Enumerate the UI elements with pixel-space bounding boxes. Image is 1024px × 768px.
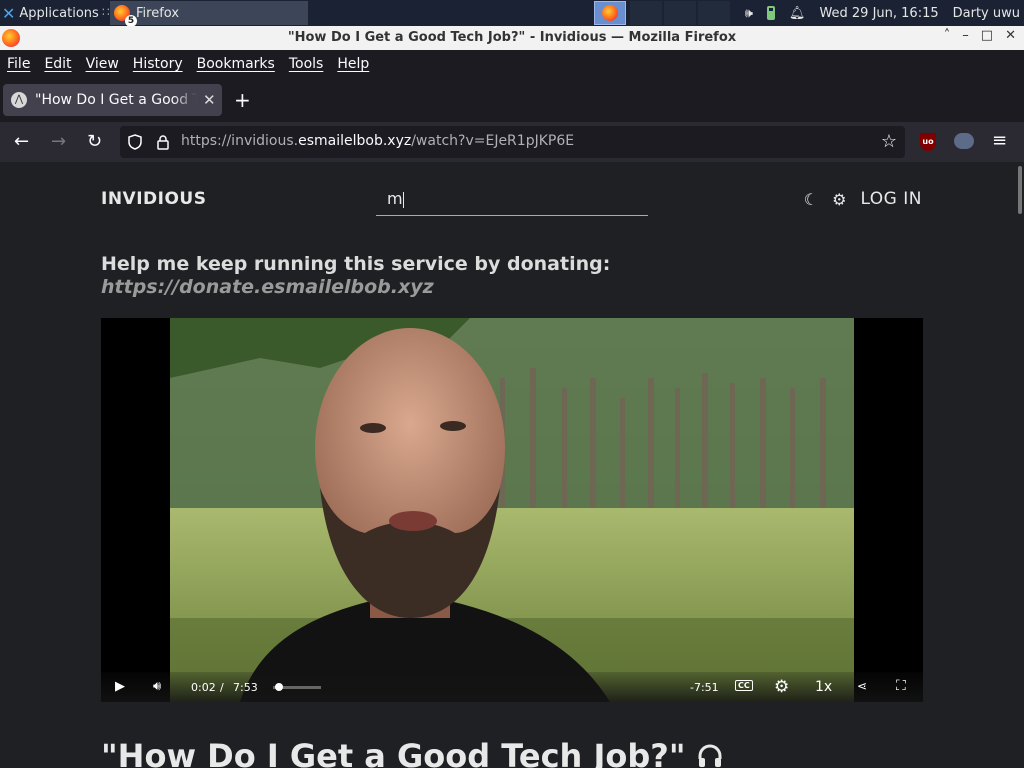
donation-text: Help me keep running this service by don…	[101, 253, 611, 275]
workspace-2[interactable]	[630, 1, 662, 25]
headphones-icon[interactable]	[697, 743, 723, 768]
video-frame[interactable]	[170, 318, 854, 702]
url-domain: esmailelbob.xyz	[298, 133, 412, 149]
current-time: 0:02	[191, 681, 216, 694]
url-bar[interactable]: https://invidious.esmailelbob.xyz/watch?…	[120, 126, 905, 158]
ublock-origin-icon[interactable]: uo	[920, 133, 936, 151]
page-content: INVIDIOUS m ☾ ⚙ LOG IN Help me keep runn…	[0, 162, 1024, 768]
header-actions: ☾ ⚙ LOG IN	[804, 189, 922, 209]
window-controls: ˄ – □ ✕	[944, 28, 1016, 43]
player-controls: ▶ 🔊︎ 0:02 / 7:53 -7:51 CC ⚙ 1x ⋖ ⛶	[101, 672, 923, 702]
firefox-icon	[602, 5, 618, 21]
login-link[interactable]: LOG IN	[860, 189, 922, 209]
system-panel: ✕ Applications ∷ 5 Firefox 🕪 🔔︎ Wed 29 J…	[0, 0, 1024, 27]
tab-strip: ⋀ "How Do I Get a Good Tech Job?" - Invi…	[0, 78, 1024, 122]
time-separator: /	[220, 681, 224, 694]
playback-speed-button[interactable]: 1x	[815, 679, 832, 695]
applications-label: Applications	[19, 5, 99, 21]
battery-icon[interactable]	[766, 6, 775, 20]
workspace-1[interactable]	[594, 1, 626, 25]
navigation-toolbar: ← → ↻ https://invidious.esmailelbob.xyz/…	[0, 122, 1024, 162]
applications-menu[interactable]: ✕ Applications	[2, 0, 99, 26]
lock-icon[interactable]	[156, 134, 170, 150]
menu-tools[interactable]: Tools	[289, 56, 324, 72]
seek-bar[interactable]	[273, 683, 321, 691]
clock[interactable]: Wed 29 Jun, 16:15	[819, 6, 938, 21]
hamburger-menu-icon[interactable]: ≡	[992, 130, 1007, 151]
donation-banner: Help me keep running this service by don…	[101, 253, 610, 299]
menu-bookmarks[interactable]: Bookmarks	[197, 56, 275, 72]
taskbar-label: Firefox	[136, 5, 180, 21]
menu-help[interactable]: Help	[337, 56, 369, 72]
video-title-text: "How Do I Get a Good Tech Job?"	[101, 737, 686, 768]
menu-file[interactable]: File	[7, 56, 30, 72]
workspace-4[interactable]	[698, 1, 730, 25]
firefox-icon: 5	[114, 5, 137, 27]
xfce-logo-icon: ✕	[2, 3, 16, 23]
window-title: "How Do I Get a Good Tech Job?" - Invidi…	[287, 30, 737, 45]
site-logo[interactable]: INVIDIOUS	[101, 189, 206, 209]
invidious-favicon-icon: ⋀	[11, 92, 27, 108]
close-window-button[interactable]: ✕	[1005, 28, 1016, 43]
url-text[interactable]: https://invidious.esmailelbob.xyz/watch?…	[181, 133, 574, 149]
search-input[interactable]: m	[376, 184, 648, 216]
panel-separator: ∷	[102, 5, 110, 19]
seek-handle[interactable]	[275, 683, 283, 691]
new-tab-button[interactable]: +	[234, 88, 251, 112]
bookmark-star-icon[interactable]: ☆	[881, 131, 897, 152]
settings-gear-icon[interactable]: ⚙	[774, 677, 789, 697]
back-button[interactable]: ←	[14, 131, 29, 152]
video-title: "How Do I Get a Good Tech Job?"	[101, 737, 723, 768]
reload-button[interactable]: ↻	[87, 131, 102, 152]
fullscreen-icon[interactable]: ⛶	[896, 678, 906, 694]
menu-history[interactable]: History	[133, 56, 183, 72]
tab-title: "How Do I Get a Good Tech Job?" - Invidi…	[35, 92, 197, 108]
remaining-time: -7:51	[690, 681, 719, 694]
menu-view[interactable]: View	[86, 56, 119, 72]
user-menu[interactable]: Darty uwu	[953, 6, 1020, 21]
window-titlebar: "How Do I Get a Good Tech Job?" - Invidi…	[0, 26, 1024, 50]
menu-edit[interactable]: Edit	[44, 56, 71, 72]
workspace-3[interactable]	[664, 1, 696, 25]
search-value: m	[387, 189, 403, 208]
tracking-protection-icon[interactable]	[128, 134, 142, 150]
share-icon[interactable]: ⋖	[857, 679, 867, 693]
bell-icon[interactable]: 🔔︎	[789, 6, 806, 21]
video-thumbnail	[170, 318, 854, 702]
settings-icon[interactable]: ⚙	[832, 190, 846, 209]
forward-button[interactable]: →	[51, 131, 66, 152]
maximize-button[interactable]: □	[981, 28, 993, 43]
close-tab-icon[interactable]: ✕	[203, 91, 216, 109]
url-path: /watch?v=EJeR1pJKP6E	[411, 133, 575, 149]
system-tray: 🕪 🔔︎ Wed 29 Jun, 16:15 Darty uwu	[745, 0, 1024, 26]
minimize-button[interactable]: –	[962, 28, 969, 43]
shade-button[interactable]: ˄	[944, 28, 951, 43]
donation-link[interactable]: https://donate.esmailelbob.xyz	[101, 276, 610, 299]
menu-bar: File Edit View History Bookmarks Tools H…	[0, 50, 1024, 78]
captions-icon[interactable]: CC	[735, 680, 753, 691]
url-prefix: https://invidious.	[181, 133, 299, 149]
text-caret	[402, 191, 404, 208]
play-icon[interactable]: ▶	[115, 679, 125, 694]
video-player[interactable]: ▶ 🔊︎ 0:02 / 7:53 -7:51 CC ⚙ 1x ⋖ ⛶	[101, 318, 923, 702]
tab-active[interactable]: ⋀ "How Do I Get a Good Tech Job?" - Invi…	[3, 84, 222, 116]
duration: 7:53	[233, 681, 258, 694]
extension-icon[interactable]	[954, 133, 974, 149]
volume-icon[interactable]: 🕪	[745, 6, 753, 21]
taskbar-firefox[interactable]: 5 Firefox	[110, 1, 308, 27]
page-scrollbar[interactable]	[1018, 166, 1022, 214]
dark-mode-toggle-icon[interactable]: ☾	[804, 190, 818, 209]
volume-icon[interactable]: 🔊︎	[153, 679, 161, 694]
